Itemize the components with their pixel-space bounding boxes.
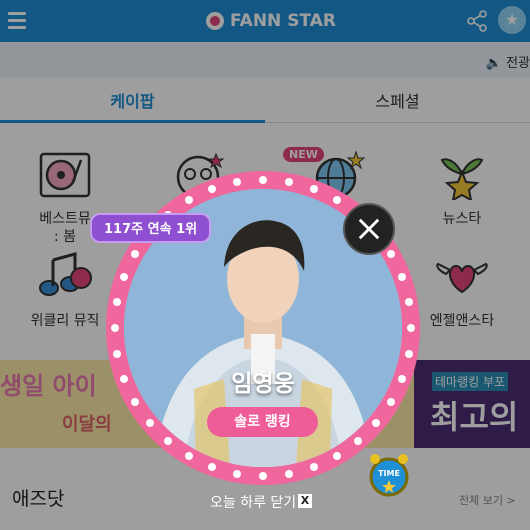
dismiss-today-x-button[interactable]: X [298, 494, 312, 508]
ring-dot [185, 195, 193, 204]
ring-dot [208, 463, 217, 472]
ring-dot [387, 398, 396, 406]
ring-dot [145, 419, 154, 428]
ring-dot [404, 298, 413, 307]
ring-dot [284, 178, 293, 187]
ring-dot [372, 419, 381, 428]
ring-dot [233, 178, 242, 187]
ring-dot [333, 452, 341, 461]
time-alarm-icon[interactable]: TIME [366, 452, 412, 498]
artist-name: 임영웅 [231, 371, 295, 397]
ring-dot [309, 184, 318, 193]
solo-ranking-button[interactable]: 솔로 랭킹 [207, 407, 318, 437]
ring-dot [284, 469, 293, 478]
ring-dot [119, 273, 128, 282]
ring-dot [208, 184, 217, 193]
ring-dot [233, 469, 242, 478]
ring-dot [111, 324, 119, 332]
time-label: TIME [378, 469, 400, 478]
ring-dot [407, 324, 415, 332]
ring-dot [119, 374, 128, 383]
close-icon[interactable] [343, 203, 395, 255]
ring-dot [333, 195, 341, 204]
ring-dot [309, 463, 318, 472]
streak-badge: 117주 연속 1위 [90, 213, 212, 243]
ring-dot [130, 250, 139, 258]
ring-dot [259, 176, 267, 184]
ring-dot [163, 437, 172, 446]
ring-dot [259, 472, 267, 480]
ring-dot [398, 374, 407, 383]
ring-dot [387, 250, 396, 258]
ring-dot [185, 452, 193, 461]
dismiss-today-link[interactable]: 오늘 하루 닫기 [210, 492, 296, 512]
ring-dot [130, 398, 139, 406]
ring-dot [398, 273, 407, 282]
ring-dot [404, 349, 413, 358]
ring-dot [354, 437, 363, 446]
ring-dot [113, 298, 122, 307]
ring-dot [113, 349, 122, 358]
